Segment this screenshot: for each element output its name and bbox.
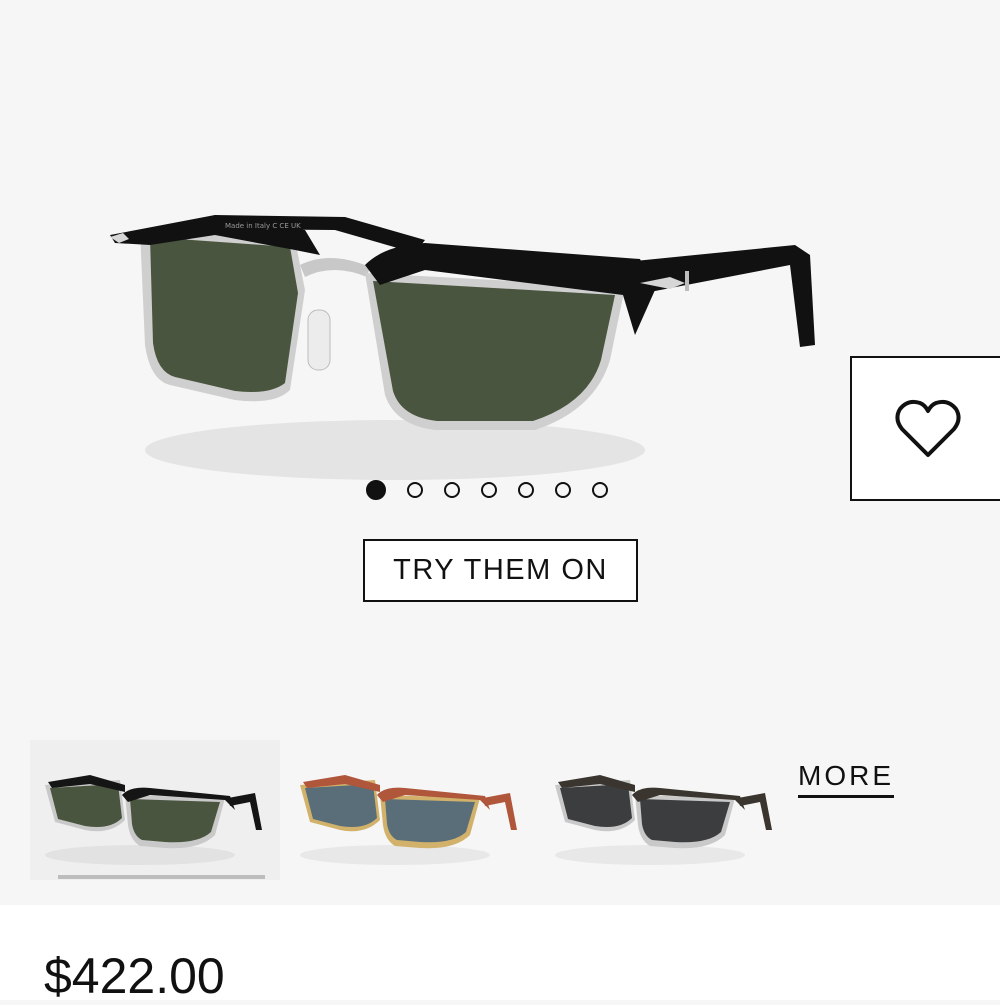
nose-pad [307,309,331,371]
carousel-dot-5[interactable] [518,482,534,498]
variant-thumb-black-green[interactable] [30,740,280,880]
carousel-dot-1[interactable] [366,480,386,500]
carousel-dot-3[interactable] [444,482,460,498]
carousel-dot-4[interactable] [481,482,497,498]
more-label: MORE [798,760,894,791]
variant-image-tortoise-grey [555,775,772,865]
product-main-image[interactable]: Made in Italy C CE UK [95,195,835,505]
temple-accent [685,271,689,291]
carousel-dot-2[interactable] [407,482,423,498]
variant-thumbnails: MORE [30,740,990,900]
carousel-dots [366,478,608,502]
price-section: $422.00 [0,905,1000,1004]
selected-variant-indicator [58,875,265,879]
carousel-dot-7[interactable] [592,482,608,498]
more-variants-link[interactable]: MORE [798,760,894,798]
variant-image-black-green [45,775,262,865]
bridge [300,257,370,277]
product-gallery: Made in Italy C CE UK TRY THEM ON MORE [0,0,1000,905]
variant-thumb-tortoise-grey[interactable] [540,740,790,880]
image-shadow [145,420,645,480]
product-price: $422.00 [44,948,225,1004]
variant-image-havana-blue [300,775,517,865]
try-them-on-button[interactable]: TRY THEM ON [363,539,638,602]
temple-print: Made in Italy C CE UK [225,222,301,230]
carousel-dot-6[interactable] [555,482,571,498]
variant-thumb-havana-blue[interactable] [285,740,535,880]
heart-icon [895,399,961,457]
left-lens [150,237,298,392]
wishlist-button[interactable] [850,356,1000,501]
try-them-on-label: TRY THEM ON [393,554,608,586]
